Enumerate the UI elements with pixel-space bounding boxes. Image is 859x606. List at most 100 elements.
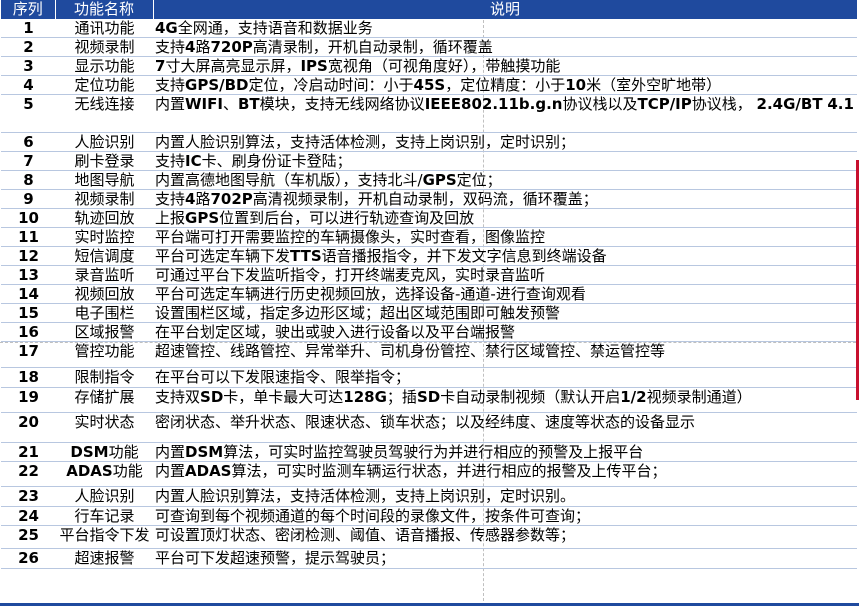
- row-index: 10: [1, 208, 55, 228]
- row-index: 3: [1, 56, 55, 76]
- table-row: 15 电子围栏 设置围栏区域，指定多边形区域；超出区域范围即可触发预警: [1, 303, 857, 323]
- row-index: 11: [1, 227, 55, 247]
- row-index: 14: [1, 284, 55, 304]
- row-index: 15: [1, 303, 55, 323]
- feature-table: 序列 功能名称 说明 1 通讯功能 4G全网通，支持语音和数据业务 2 视频录制 支持4路…: [1, 0, 858, 569]
- table-row: 5 无线连接 内置WIFI、BT模块，支持无线网络协议IEEE802.11b.g.n…: [1, 94, 857, 133]
- row-description: 在平台可以下发限速指令、限举指令；: [153, 367, 857, 388]
- table-row: 16 区域报警 在平台划定区域，驶出或驶入进行设备以及平台端报警: [1, 322, 857, 342]
- table-row: 13 录音监听 可通过平台下发监听指令，打开终端麦克风，实时录音监听: [1, 265, 857, 285]
- header-index: 序列: [1, 0, 56, 19]
- row-description: 设置围栏区域，指定多边形区域；超出区域范围即可触发预警: [153, 303, 857, 323]
- table-body: 1 通讯功能 4G全网通，支持语音和数据业务 2 视频录制 支持4路720P高清录制，开机…: [1, 19, 857, 569]
- header-description: 说明: [153, 0, 858, 19]
- table-row: 12 短信调度 平台可选定车辆下发TTS语音播报指令，并下发文字信息到终端设备: [1, 246, 857, 266]
- row-index: 19: [1, 387, 55, 413]
- table-row: 21 DSM功能 内置DSM算法，可实时监控驾驶员驾驶行为并进行相应的预警及上报平台: [1, 442, 857, 462]
- row-name: 地图导航: [55, 170, 153, 190]
- header-name: 功能名称: [55, 0, 154, 19]
- row-index: 9: [1, 189, 55, 209]
- row-description: 内置高德地图导航（车机版），支持北斗/GPS定位；: [153, 170, 857, 190]
- table-row: 25 平台指令下发 可设置顶灯状态、密闭检测、阈值、语音播报、传感器参数等；: [1, 525, 857, 549]
- row-description: 支持GPS/BD定位，冷启动时间：小于45S，定位精度：小于10米（室外空旷地带…: [153, 75, 857, 95]
- row-description: 平台可下发超速预警，提示驾驶员；: [153, 548, 857, 569]
- row-description: 可查询到每个视频通道的每个时间段的录像文件，按条件可查询；: [153, 506, 857, 526]
- row-name: DSM功能: [55, 442, 153, 462]
- row-index: 7: [1, 151, 55, 171]
- table-row: 3 显示功能 7寸大屏高亮显示屏，IPS宽视角（可视角度好），带触摸功能: [1, 56, 857, 76]
- row-description: 7寸大屏高亮显示屏，IPS宽视角（可视角度好），带触摸功能: [153, 56, 857, 76]
- row-description: 平台端可打开需要监控的车辆摄像头，实时查看，图像监控: [153, 227, 857, 247]
- row-name: 存储扩展: [55, 387, 153, 413]
- row-index: 26: [1, 548, 55, 569]
- row-name: 区域报警: [55, 322, 153, 342]
- row-name: 平台指令下发: [55, 525, 153, 549]
- row-name: ADAS功能: [55, 461, 153, 487]
- row-description: 内置WIFI、BT模块，支持无线网络协议IEEE802.11b.g.n协议栈以及…: [153, 94, 857, 133]
- row-name: 电子围栏: [55, 303, 153, 323]
- table-row: 19 存储扩展 支持双SD卡，单卡最大可达128G；插SD卡自动录制视频（默认开启1…: [1, 387, 857, 413]
- table-row: 11 实时监控 平台端可打开需要监控的车辆摄像头，实时查看，图像监控: [1, 227, 857, 247]
- row-description: 平台可选定车辆下发TTS语音播报指令，并下发文字信息到终端设备: [153, 246, 857, 266]
- row-name: 刷卡登录: [55, 151, 153, 171]
- row-name: 人脸识别: [55, 132, 153, 152]
- row-name: 实时状态: [55, 412, 153, 443]
- table-row: 4 定位功能 支持GPS/BD定位，冷启动时间：小于45S，定位精度：小于10米（室…: [1, 75, 857, 95]
- row-index: 8: [1, 170, 55, 190]
- table-row: 10 轨迹回放 上报GPS位置到后台，可以进行轨迹查询及回放: [1, 208, 857, 228]
- table-row: 18 限制指令 在平台可以下发限速指令、限举指令；: [1, 367, 857, 388]
- row-index: 12: [1, 246, 55, 266]
- row-name: 显示功能: [55, 56, 153, 76]
- row-description: 可通过平台下发监听指令，打开终端麦克风，实时录音监听: [153, 265, 857, 285]
- table-row: 9 视频录制 支持4路702P高清视频录制，开机自动录制，双码流，循环覆盖；: [1, 189, 857, 209]
- row-name: 无线连接: [55, 94, 153, 133]
- row-index: 1: [1, 19, 55, 38]
- table-row: 20 实时状态 密闭状态、举升状态、限速状态、锁车状态；以及经纬度、速度等状态的设备…: [1, 412, 857, 443]
- table-row: 6 人脸识别 内置人脸识别算法，支持活体检测，支持上岗识别，定时识别；: [1, 132, 857, 152]
- row-description: 在平台划定区域，驶出或驶入进行设备以及平台端报警: [153, 322, 857, 342]
- row-description: 内置人脸识别算法，支持活体检测，支持上岗识别，定时识别；: [153, 132, 857, 152]
- row-description: 超速管控、线路管控、异常举升、司机身份管控、禁行区域管控、禁运管控等: [153, 341, 857, 368]
- row-index: 16: [1, 322, 55, 342]
- row-name: 视频回放: [55, 284, 153, 304]
- row-index: 13: [1, 265, 55, 285]
- row-index: 6: [1, 132, 55, 152]
- row-index: 2: [1, 37, 55, 57]
- row-description: 支持IC卡、刷身份证卡登陆；: [153, 151, 857, 171]
- row-description: 内置人脸识别算法，支持活体检测，支持上岗识别，定时识别。: [153, 486, 857, 507]
- table-row: 7 刷卡登录 支持IC卡、刷身份证卡登陆；: [1, 151, 857, 171]
- table-row: 17 管控功能 超速管控、线路管控、异常举升、司机身份管控、禁行区域管控、禁运管控等: [1, 341, 857, 368]
- row-index: 25: [1, 525, 55, 549]
- row-description: 密闭状态、举升状态、限速状态、锁车状态；以及经纬度、速度等状态的设备显示: [153, 412, 857, 443]
- row-index: 24: [1, 506, 55, 526]
- row-description: 支持4路702P高清视频录制，开机自动录制，双码流，循环覆盖；: [153, 189, 857, 209]
- row-name: 行车记录: [55, 506, 153, 526]
- row-name: 通讯功能: [55, 19, 153, 38]
- row-name: 定位功能: [55, 75, 153, 95]
- row-name: 录音监听: [55, 265, 153, 285]
- row-index: 4: [1, 75, 55, 95]
- row-name: 短信调度: [55, 246, 153, 266]
- row-description: 支持双SD卡，单卡最大可达128G；插SD卡自动录制视频（默认开启1/2视频录制…: [153, 387, 857, 413]
- table-row: 14 视频回放 平台可选定车辆进行历史视频回放，选择设备-通道-进行查询观看: [1, 284, 857, 304]
- row-description: 4G全网通，支持语音和数据业务: [153, 19, 857, 38]
- row-index: 21: [1, 442, 55, 462]
- table-row: 2 视频录制 支持4路720P高清录制，开机自动录制，循环覆盖: [1, 37, 857, 57]
- row-name: 人脸识别: [55, 486, 153, 507]
- row-index: 23: [1, 486, 55, 507]
- row-name: 超速报警: [55, 548, 153, 569]
- row-index: 5: [1, 94, 55, 133]
- row-name: 轨迹回放: [55, 208, 153, 228]
- table-row: 23 人脸识别 内置人脸识别算法，支持活体检测，支持上岗识别，定时识别。: [1, 486, 857, 507]
- row-index: 18: [1, 367, 55, 388]
- table-row: 1 通讯功能 4G全网通，支持语音和数据业务: [1, 19, 857, 38]
- table-row: 24 行车记录 可查询到每个视频通道的每个时间段的录像文件，按条件可查询；: [1, 506, 857, 526]
- row-description: 支持4路720P高清录制，开机自动录制，循环覆盖: [153, 37, 857, 57]
- row-description: 上报GPS位置到后台，可以进行轨迹查询及回放: [153, 208, 857, 228]
- row-name: 管控功能: [55, 341, 153, 368]
- row-description: 可设置顶灯状态、密闭检测、阈值、语音播报、传感器参数等；: [153, 525, 857, 549]
- table-row: 8 地图导航 内置高德地图导航（车机版），支持北斗/GPS定位；: [1, 170, 857, 190]
- row-description: 内置DSM算法，可实时监控驾驶员驾驶行为并进行相应的预警及上报平台: [153, 442, 857, 462]
- row-name: 视频录制: [55, 37, 153, 57]
- row-index: 22: [1, 461, 55, 487]
